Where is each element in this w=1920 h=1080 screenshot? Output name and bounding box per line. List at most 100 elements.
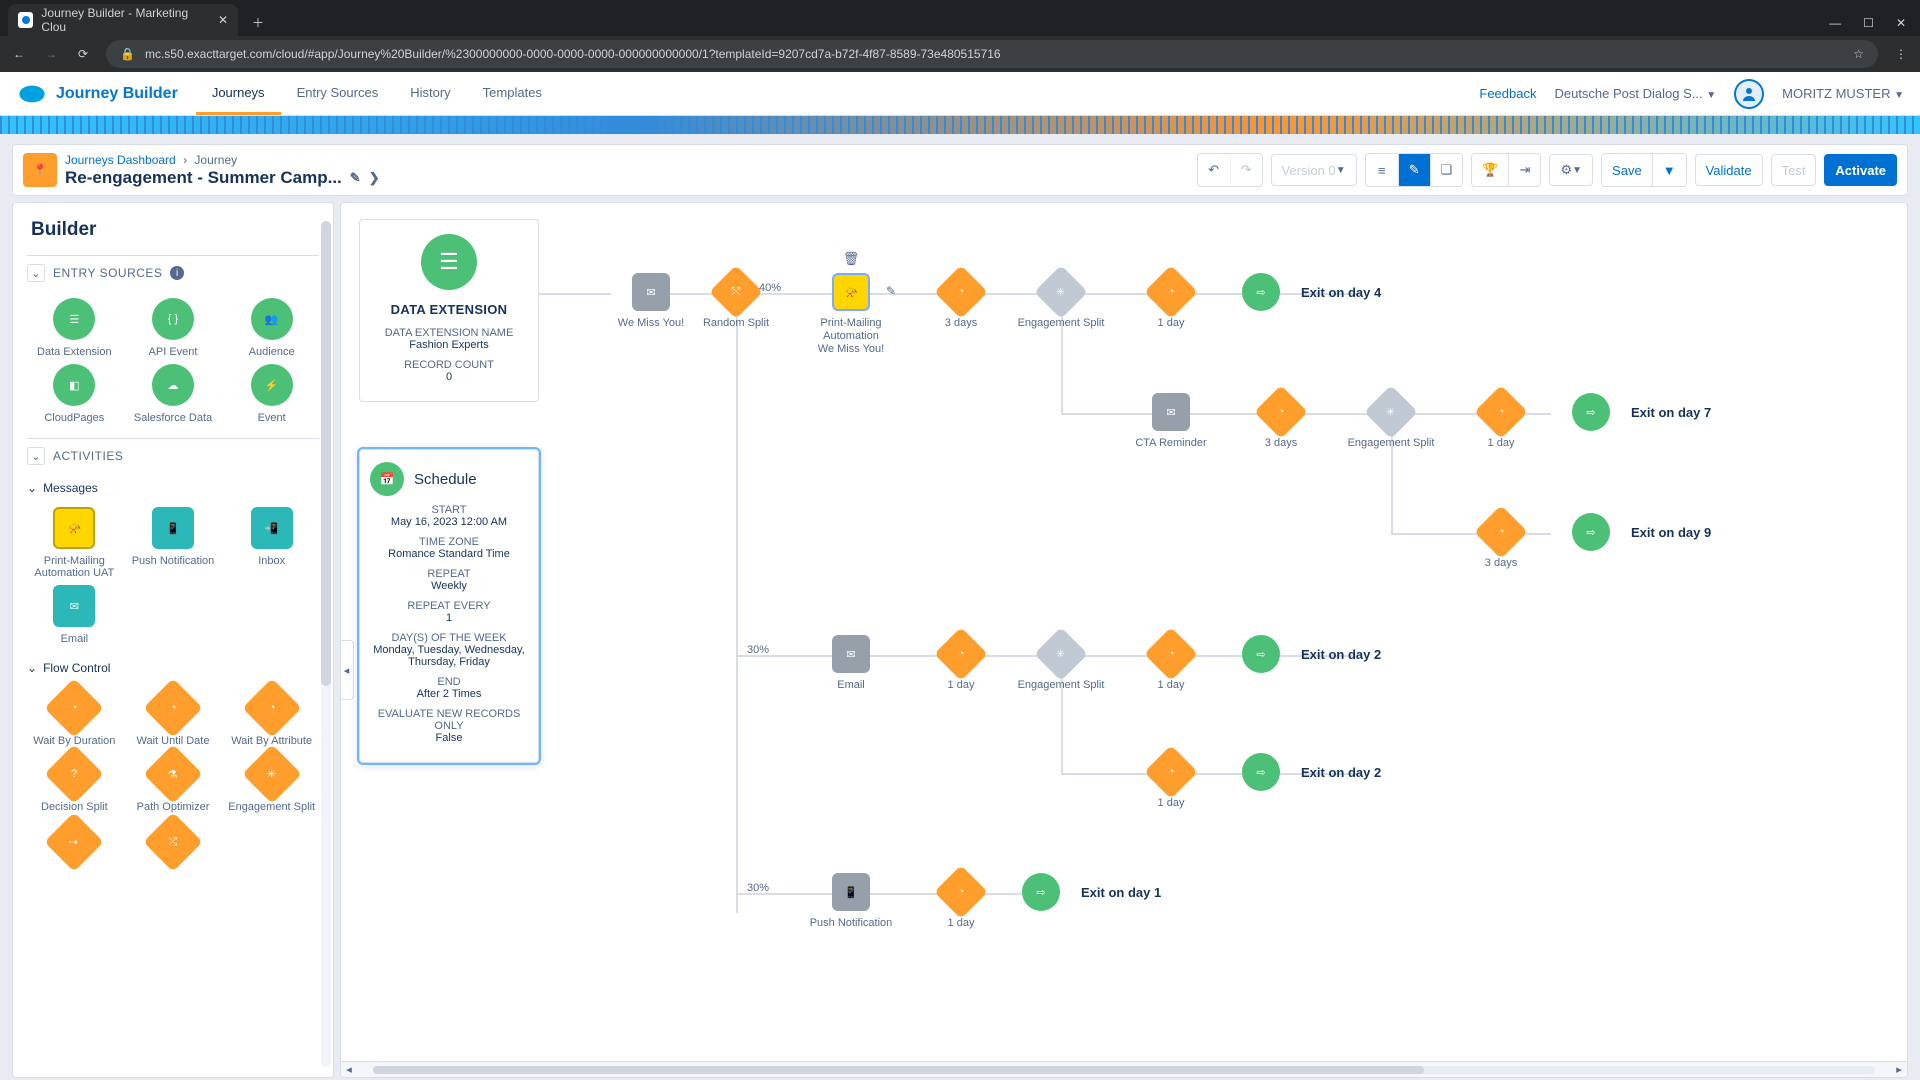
palette-path-optimizer[interactable]: ⚗Path Optimizer [126, 753, 221, 813]
activate-button[interactable]: Activate [1824, 154, 1897, 186]
flask-icon: ⚗ [168, 768, 178, 781]
save-button[interactable]: Save [1602, 154, 1652, 186]
exit-label-7: Exit on day 7 [1631, 405, 1711, 420]
node-exit-1[interactable]: ⇨ [1011, 873, 1071, 911]
palette-email[interactable]: ✉Email [27, 585, 122, 645]
reload-icon[interactable]: ⟳ [74, 47, 92, 61]
canvas-horizontal-scrollbar[interactable]: ◂ ▸ [341, 1061, 1907, 1077]
browser-menu-icon[interactable]: ⋮ [1892, 47, 1910, 61]
breadcrumb-dashboard[interactable]: Journeys Dashboard [65, 153, 176, 167]
node-exit-7[interactable]: ⇨ [1561, 393, 1621, 431]
node-engagement-split-2[interactable]: ✳Engagement Split [1336, 393, 1446, 450]
palette-audience[interactable]: 👥Audience [224, 298, 319, 358]
view-edit-button[interactable]: ✎ [1398, 154, 1430, 186]
version-picker[interactable]: Version 0 ▼ [1271, 154, 1357, 186]
node-wait-1day-5[interactable]: ◔1 day [1116, 753, 1226, 810]
user-name[interactable]: MORITZ MUSTER ▼ [1782, 86, 1904, 101]
palette-cloudpages[interactable]: ◧CloudPages [27, 364, 122, 424]
new-tab-button[interactable]: ＋ [244, 8, 272, 36]
settings-button[interactable]: ⚙ ▼ [1549, 154, 1593, 186]
sidebar-scrollbar[interactable] [321, 221, 331, 1067]
trash-icon[interactable]: 🗑 [843, 251, 860, 267]
node-wait-1day-3[interactable]: ◔1 day [906, 635, 1016, 692]
node-exit-2a[interactable]: ⇨ [1231, 635, 1291, 673]
palette-data-extension[interactable]: ☰Data Extension [27, 298, 122, 358]
journey-canvas[interactable]: ◂ ☰ DATA EXTENSION DATA EXTENSION NAME F… [340, 202, 1908, 1078]
palette-more-1[interactable]: ⇢ [27, 821, 122, 863]
validate-button[interactable]: Validate [1695, 154, 1763, 186]
palette-push[interactable]: 📱Push Notification [126, 507, 221, 579]
palette-wait-duration[interactable]: ◔Wait By Duration [27, 687, 122, 747]
pencil-icon[interactable]: ✎ [886, 284, 896, 298]
node-wait-1day-2[interactable]: ◔1 day [1446, 393, 1556, 450]
tab-entry-sources[interactable]: Entry Sources [281, 72, 395, 115]
palette-api-event[interactable]: { }API Event [126, 298, 221, 358]
node-random-split[interactable]: ⤲Random Split [681, 273, 791, 330]
node-wait-1day-4[interactable]: ◔1 day [1116, 635, 1226, 692]
palette-wait-date[interactable]: ◔Wait Until Date [126, 687, 221, 747]
palette-more-2[interactable]: ⤮ [126, 821, 221, 863]
app-header: Journey Builder Journeys Entry Sources H… [0, 72, 1920, 116]
entry-source-card[interactable]: ☰ DATA EXTENSION DATA EXTENSION NAME Fas… [359, 219, 539, 402]
page-icon: ◧ [69, 379, 79, 392]
tab-journeys[interactable]: Journeys [196, 72, 281, 115]
node-wait-3days-2[interactable]: ◔3 days [1226, 393, 1336, 450]
minimize-icon[interactable]: ― [1829, 16, 1841, 30]
node-exit-2b[interactable]: ⇨ [1231, 753, 1291, 791]
exit-label-9: Exit on day 9 [1631, 525, 1711, 540]
exit-criteria-button[interactable]: ⇥ [1508, 154, 1540, 186]
subsection-messages[interactable]: ⌄Messages [27, 473, 319, 499]
section-activities[interactable]: ⌄ ACTIVITIES [27, 438, 319, 473]
view-gallery-button[interactable]: ❏ [1430, 154, 1463, 186]
maximize-icon[interactable]: ☐ [1863, 16, 1874, 30]
undo-button[interactable]: ↶ [1198, 154, 1230, 186]
close-window-icon[interactable]: ✕ [1896, 16, 1906, 30]
feedback-link[interactable]: Feedback [1479, 86, 1536, 101]
node-print-mailing[interactable]: 📯🗑✎ Print-Mailing Automation We Miss You… [796, 273, 906, 357]
star-icon[interactable]: ☆ [1853, 47, 1864, 61]
node-cta-reminder[interactable]: ✉CTA Reminder [1116, 393, 1226, 450]
node-engagement-split-3[interactable]: ✳Engagement Split [1006, 635, 1116, 692]
node-wait-1day-6[interactable]: ◔1 day [906, 873, 1016, 930]
palette-inbox[interactable]: 📲Inbox [224, 507, 319, 579]
bolt-icon: ⚡ [265, 379, 279, 392]
view-list-button[interactable]: ≡ [1366, 154, 1398, 186]
node-push[interactable]: 📱Push Notification [796, 873, 906, 930]
section-entry-sources[interactable]: ⌄ ENTRY SOURCES i [27, 255, 319, 290]
back-icon[interactable]: ← [10, 47, 28, 61]
schedule-card[interactable]: 📅 Schedule STARTMay 16, 2023 12:00 AM TI… [359, 449, 539, 763]
avatar[interactable] [1734, 79, 1764, 109]
browser-tab[interactable]: Journey Builder - Marketing Clou ✕ [8, 4, 238, 36]
node-email[interactable]: ✉Email [796, 635, 906, 692]
org-picker[interactable]: Deutsche Post Dialog S... ▼ [1554, 86, 1716, 101]
palette-engagement-split[interactable]: ✳Engagement Split [224, 753, 319, 813]
address-bar[interactable]: 🔒 mc.s50.exacttarget.com/cloud/#app/Jour… [106, 40, 1878, 68]
node-exit-4[interactable]: ⇨ [1231, 273, 1291, 311]
nav-tabs: Journeys Entry Sources History Templates [196, 72, 558, 115]
tab-history[interactable]: History [394, 72, 466, 115]
save-menu-button[interactable]: ▼ [1652, 154, 1686, 186]
chevron-right-icon[interactable]: ❯ [369, 170, 380, 186]
subsection-flow[interactable]: ⌄Flow Control [27, 653, 319, 679]
brand[interactable]: Journey Builder [0, 84, 196, 104]
scroll-right-icon[interactable]: ▸ [1891, 1063, 1907, 1076]
close-icon[interactable]: ✕ [218, 13, 228, 27]
palette-event[interactable]: ⚡Event [224, 364, 319, 424]
redo-button[interactable]: ↷ [1230, 154, 1262, 186]
palette-salesforce-data[interactable]: ☁Salesforce Data [126, 364, 221, 424]
pencil-icon[interactable]: ✎ [350, 170, 361, 186]
palette-decision-split[interactable]: ?Decision Split [27, 753, 122, 813]
node-wait-3days-1[interactable]: ◔3 days [906, 273, 1016, 330]
palette-wait-attribute[interactable]: ◔Wait By Attribute [224, 687, 319, 747]
scroll-left-icon[interactable]: ◂ [341, 1063, 357, 1076]
info-icon[interactable]: i [170, 266, 184, 280]
tab-templates[interactable]: Templates [467, 72, 558, 115]
node-wait-1day-1[interactable]: ◔1 day [1116, 273, 1226, 330]
node-exit-9[interactable]: ⇨ [1561, 513, 1621, 551]
forward-icon[interactable]: → [42, 47, 60, 61]
node-wait-3days-3[interactable]: ◔3 days [1446, 513, 1556, 570]
goal-button[interactable]: 🏆 [1472, 154, 1508, 186]
node-engagement-split-1[interactable]: ✳Engagement Split [1006, 273, 1116, 330]
palette-print-mailing[interactable]: 📯Print-Mailing Automation UAT [27, 507, 122, 579]
exit-icon: ⇨ [1572, 513, 1610, 551]
